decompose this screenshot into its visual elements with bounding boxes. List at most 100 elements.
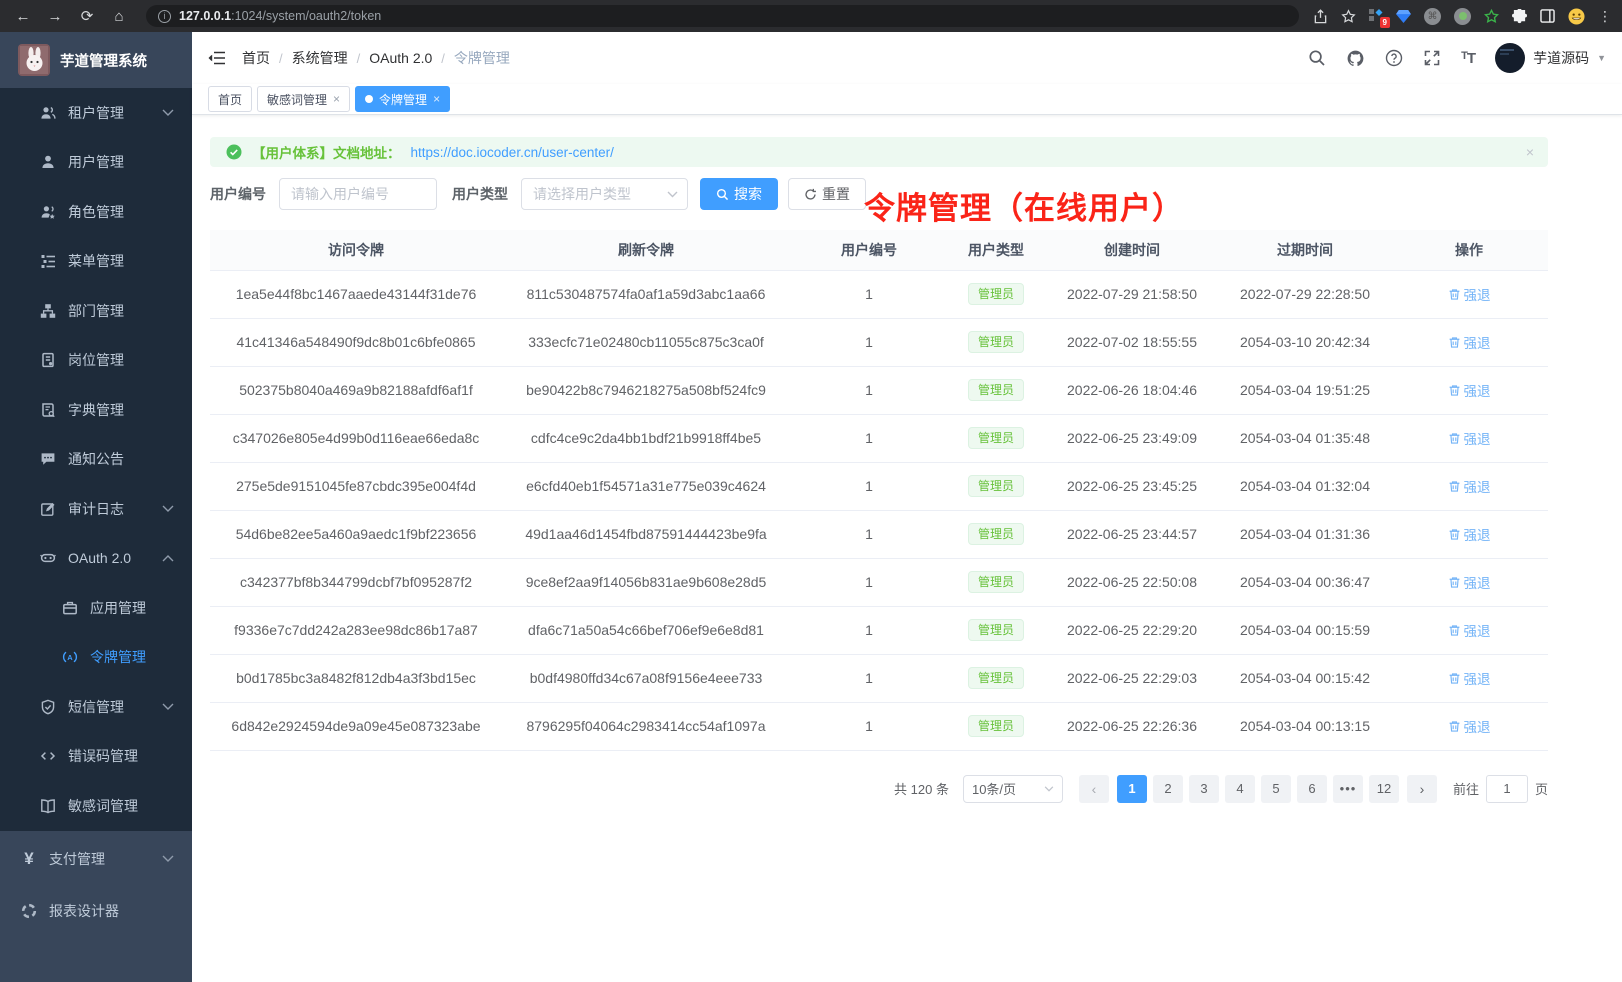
force-logout-button[interactable]: 强退	[1448, 668, 1491, 688]
browser-back-button[interactable]: ←	[10, 4, 36, 28]
close-icon[interactable]: ×	[333, 92, 340, 106]
tab-label: 首页	[218, 91, 242, 108]
user-id-input[interactable]	[279, 178, 437, 210]
action-label: 强退	[1464, 572, 1491, 592]
close-icon[interactable]: ×	[1526, 144, 1534, 160]
sidebar-item-sms[interactable]: 短信管理	[0, 682, 192, 732]
breadcrumb-separator: /	[441, 51, 445, 66]
command-extension-icon[interactable]: ⌘	[1424, 8, 1441, 25]
force-logout-button[interactable]: 强退	[1448, 284, 1491, 304]
sidebar-item-post[interactable]: 岗位管理	[0, 336, 192, 386]
sidebar-item-pay[interactable]: ¥支付管理	[0, 833, 192, 885]
user-name: 芋道源码	[1533, 48, 1589, 68]
trash-icon	[1448, 288, 1461, 301]
annotation-title: 令牌管理（在线用户）	[864, 183, 1184, 228]
user-id-label: 用户编号	[210, 184, 266, 204]
expire-time-cell: 2054-03-04 00:13:15	[1220, 702, 1390, 750]
browser-forward-button[interactable]: →	[42, 4, 68, 28]
browser-reload-button[interactable]: ⟳	[74, 4, 100, 28]
gem-extension-icon[interactable]	[1396, 10, 1411, 23]
prev-page-button[interactable]: ‹	[1079, 775, 1109, 803]
user-type-select[interactable]: 请选择用户类型	[521, 178, 688, 210]
extension-grid-icon[interactable]: 9	[1369, 9, 1383, 23]
sidebar-item-role[interactable]: 角色管理	[0, 187, 192, 237]
close-icon[interactable]: ×	[433, 92, 440, 106]
page-button-12[interactable]: 12	[1369, 775, 1399, 803]
force-logout-button[interactable]: 强退	[1448, 572, 1491, 592]
force-logout-button[interactable]: 强退	[1448, 332, 1491, 352]
bookmark-star-icon[interactable]	[1341, 9, 1356, 24]
force-logout-button[interactable]: 强退	[1448, 380, 1491, 400]
pagination-ellipsis[interactable]: •••	[1333, 775, 1363, 803]
user-icon	[40, 154, 56, 170]
search-icon[interactable]	[1308, 49, 1326, 67]
green-star-extension-icon[interactable]	[1484, 9, 1499, 24]
force-logout-button[interactable]: 强退	[1448, 620, 1491, 640]
sidebar-item-report[interactable]: 报表设计器	[0, 885, 192, 937]
sidebar-item-sensitive-word[interactable]: 敏感词管理	[0, 781, 192, 831]
sidebar-item-user[interactable]: 用户管理	[0, 138, 192, 188]
breadcrumb-item[interactable]: OAuth 2.0	[369, 50, 432, 66]
page-button-3[interactable]: 3	[1189, 775, 1219, 803]
address-bar[interactable]: i 127.0.0.1:1024/system/oauth2/token	[146, 5, 1299, 27]
sidebar-item-audit-log[interactable]: 审计日志	[0, 484, 192, 534]
extension-badge: 9	[1380, 17, 1390, 28]
sidebar-item-tenant[interactable]: 租户管理	[0, 88, 192, 138]
reset-button[interactable]: 重置	[788, 178, 866, 210]
app-logo-bar[interactable]: 芋道管理系统	[0, 32, 192, 88]
force-logout-button[interactable]: 强退	[1448, 476, 1491, 496]
share-icon[interactable]	[1313, 9, 1328, 24]
sidepanel-icon[interactable]	[1540, 9, 1555, 23]
created-time-cell: 2022-07-29 21:58:50	[1044, 270, 1220, 318]
sidebar-item-dept[interactable]: 部门管理	[0, 286, 192, 336]
sidebar-item-menu[interactable]: 菜单管理	[0, 237, 192, 287]
chevron-up-icon	[162, 555, 174, 562]
next-page-button[interactable]: ›	[1407, 775, 1437, 803]
site-info-icon[interactable]: i	[158, 10, 171, 23]
action-cell: 强退	[1390, 558, 1548, 606]
page-button-2[interactable]: 2	[1153, 775, 1183, 803]
tab-active[interactable]: 令牌管理×	[355, 86, 450, 112]
table-row: b0d1785bc3a8482f812db4a3f3bd15ecb0df4980…	[210, 654, 1548, 702]
puzzle-extension-icon[interactable]	[1512, 9, 1527, 24]
force-logout-button[interactable]: 强退	[1448, 524, 1491, 544]
recorder-extension-icon[interactable]	[1454, 8, 1471, 25]
table-row: 6d842e2924594de9a09e45e087323abe8796295f…	[210, 702, 1548, 750]
help-icon[interactable]	[1385, 49, 1403, 67]
sidebar-collapse-icon[interactable]	[208, 50, 226, 66]
github-icon[interactable]	[1346, 49, 1365, 68]
page-size-select[interactable]: 10条/页	[963, 775, 1063, 803]
user-id-cell: 1	[790, 702, 948, 750]
expire-time-cell: 2054-03-04 00:15:59	[1220, 606, 1390, 654]
action-label: 强退	[1464, 428, 1491, 448]
browser-home-button[interactable]: ⌂	[106, 4, 132, 28]
sidebar-item-oauth2-token[interactable]: A令牌管理	[0, 633, 192, 683]
page-button-6[interactable]: 6	[1297, 775, 1327, 803]
force-logout-button[interactable]: 强退	[1448, 428, 1491, 448]
browser-menu-icon[interactable]: ⋮	[1598, 8, 1612, 25]
access-token-cell: b0d1785bc3a8482f812db4a3f3bd15ec	[210, 654, 502, 702]
user-id-cell: 1	[790, 270, 948, 318]
breadcrumb-item[interactable]: 系统管理	[292, 48, 348, 68]
page-button-4[interactable]: 4	[1225, 775, 1255, 803]
page-button-1[interactable]: 1	[1117, 775, 1147, 803]
user-menu[interactable]: 芋道源码 ▼	[1495, 43, 1606, 73]
sidebar-item-error-code[interactable]: 错误码管理	[0, 732, 192, 782]
goto-page-input[interactable]	[1486, 775, 1528, 803]
fullscreen-icon[interactable]	[1423, 49, 1441, 67]
sidebar-item-oauth2[interactable]: OAuth 2.0	[0, 534, 192, 584]
tab-item[interactable]: 首页	[208, 86, 252, 112]
page-button-5[interactable]: 5	[1261, 775, 1291, 803]
tab-item[interactable]: 敏感词管理×	[257, 86, 350, 112]
sidebar-item-dict[interactable]: 字典管理	[0, 385, 192, 435]
sidebar-item-oauth2-app[interactable]: 应用管理	[0, 583, 192, 633]
breadcrumb-item[interactable]: 首页	[242, 48, 270, 68]
sidebar-item-label: 字典管理	[68, 400, 124, 420]
created-time-cell: 2022-06-25 23:44:57	[1044, 510, 1220, 558]
search-button[interactable]: 搜索	[700, 178, 778, 210]
force-logout-button[interactable]: 强退	[1448, 716, 1491, 736]
sidebar-item-notice[interactable]: 通知公告	[0, 435, 192, 485]
notice-doc-link[interactable]: https://doc.iocoder.cn/user-center/	[411, 145, 614, 160]
emoji-avatar-icon[interactable]	[1568, 8, 1585, 25]
font-size-icon[interactable]: TT	[1461, 50, 1475, 67]
